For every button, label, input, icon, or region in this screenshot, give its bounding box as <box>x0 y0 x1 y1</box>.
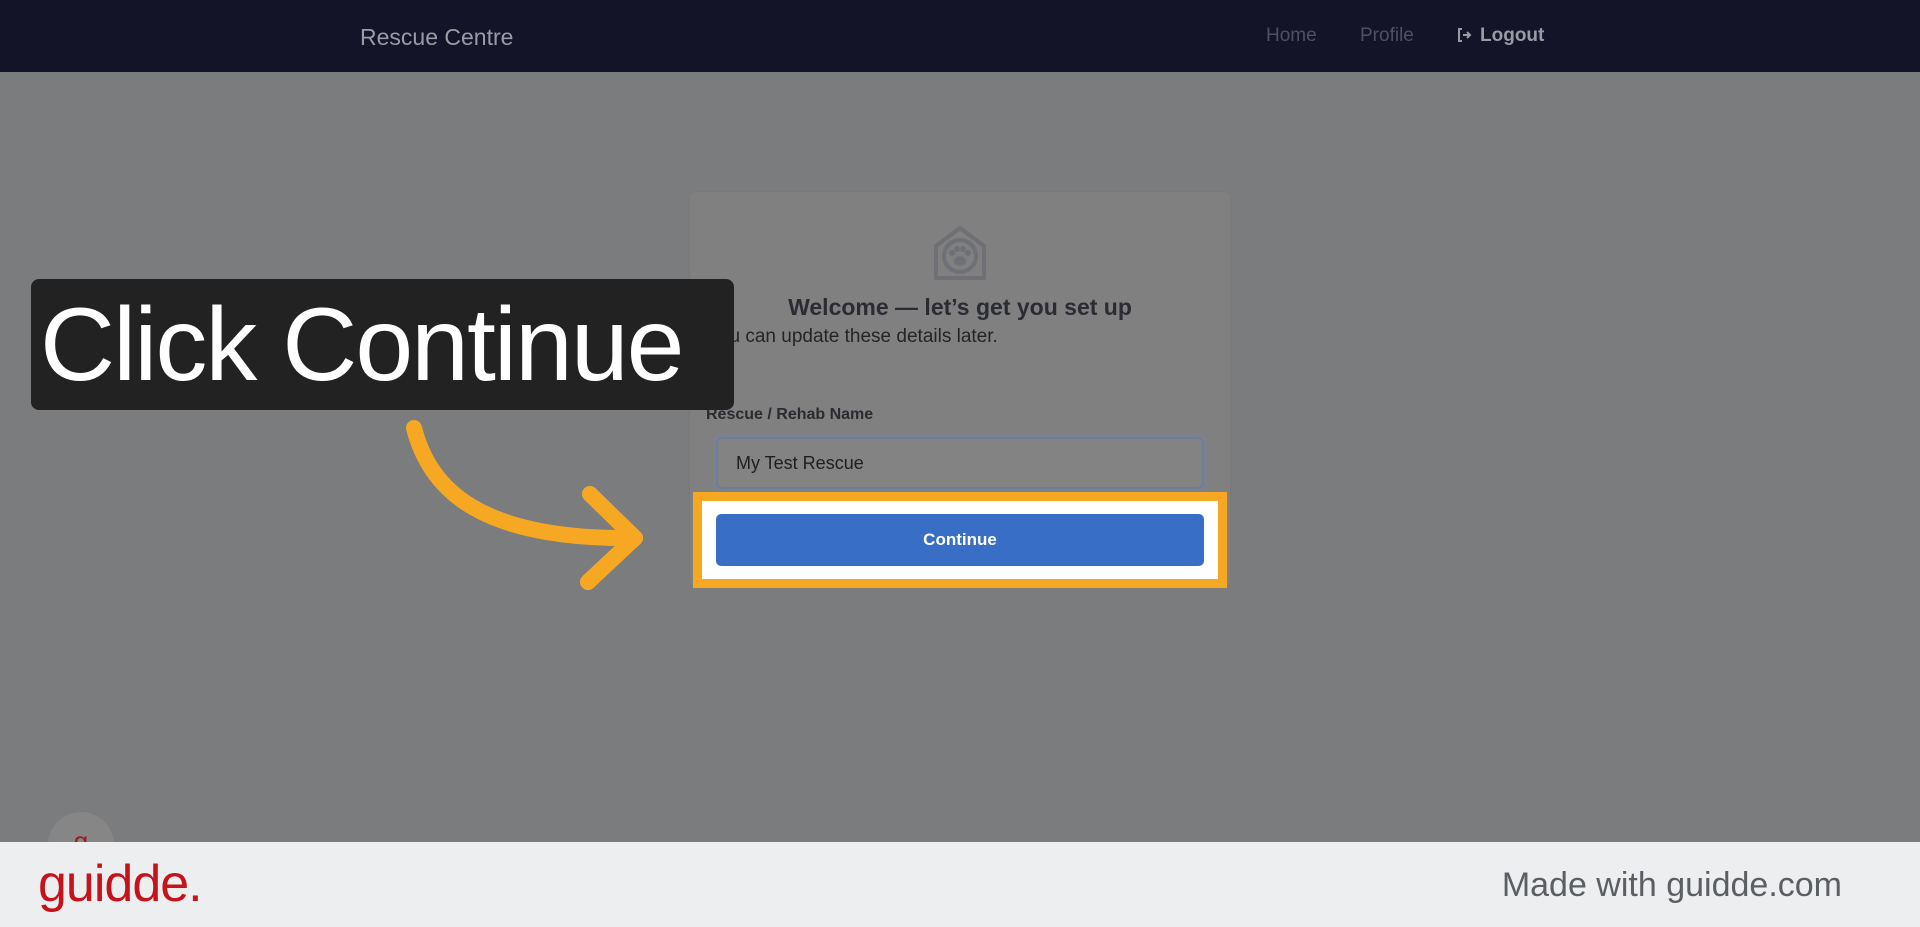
nav-link-home[interactable]: Home <box>1266 25 1317 47</box>
logout-label: Logout <box>1480 25 1545 46</box>
rescue-name-input[interactable] <box>716 437 1204 489</box>
top-navbar: Rescue Centre Home Profile Logout <box>0 0 1920 72</box>
rescue-name-label: Rescue / Rehab Name <box>706 406 874 423</box>
footer-bar: guidde. Made with guidde.com <box>0 842 1920 927</box>
card-subtitle: You can update these details later. <box>708 326 998 347</box>
pointer-arrow-icon <box>406 420 643 590</box>
nav-link-profile[interactable]: Profile <box>1360 25 1414 47</box>
continue-button[interactable]: Continue <box>716 514 1204 566</box>
instruction-text: Click Continue <box>40 287 685 403</box>
guidde-logo[interactable]: guidde. <box>38 854 203 914</box>
nav-link-logout[interactable]: Logout <box>1456 25 1544 47</box>
brand-title[interactable]: Rescue Centre <box>360 24 513 51</box>
paw-logo-icon <box>934 226 986 280</box>
made-with-text[interactable]: Made with guidde.com <box>1502 866 1842 905</box>
card-title: Welcome — let’s get you set up <box>788 294 1132 320</box>
logout-icon <box>1458 28 1472 42</box>
